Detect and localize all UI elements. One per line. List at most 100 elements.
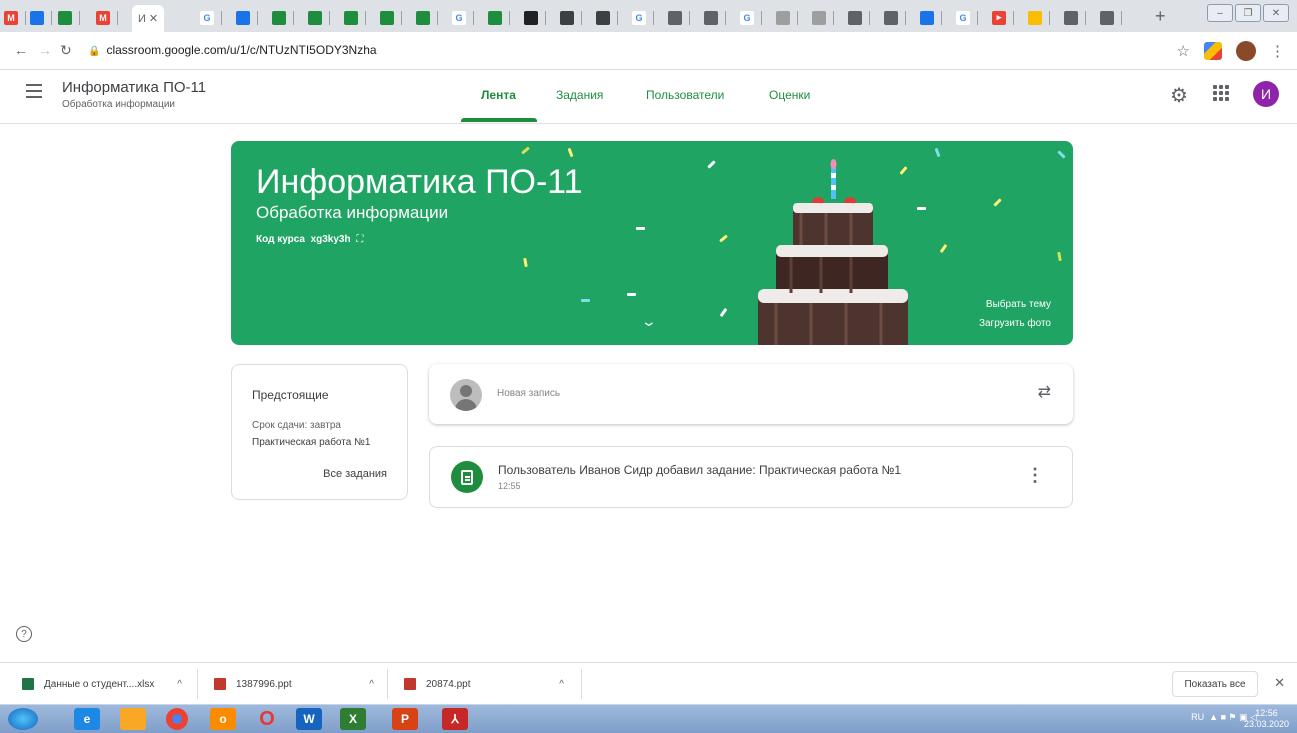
gear-icon[interactable]: ⚙ — [1170, 83, 1188, 108]
site-icon — [668, 10, 682, 25]
upload-photo-link[interactable]: Загрузить фото — [979, 318, 1051, 329]
chevron-down-icon[interactable]: ⌄ — [641, 313, 657, 330]
browser-tab[interactable] — [1064, 5, 1086, 30]
browser-tab[interactable] — [776, 5, 798, 30]
account-avatar[interactable]: И — [1253, 81, 1279, 107]
user-avatar-icon — [450, 379, 482, 411]
browser-tab[interactable] — [380, 5, 402, 30]
media-player-icon[interactable]: o — [210, 708, 236, 730]
chrome-icon[interactable] — [166, 708, 188, 730]
language-indicator[interactable]: RU — [1191, 712, 1204, 722]
reuse-post-icon[interactable]: ⇄ — [1038, 382, 1051, 402]
word-icon[interactable]: W — [296, 708, 322, 730]
more-options-icon[interactable]: ⋮ — [1026, 465, 1044, 486]
browser-tab[interactable]: G — [632, 5, 654, 30]
site-icon — [812, 10, 826, 25]
window-controls: – ❐ ✕ — [1207, 4, 1289, 22]
stream-item[interactable]: Пользователь Иванов Сидр добавил задание… — [429, 446, 1073, 508]
browser-tab[interactable]: G — [740, 5, 762, 30]
browser-tab[interactable] — [416, 5, 438, 30]
browser-tab[interactable]: M — [96, 5, 118, 30]
powerpoint-icon[interactable]: P — [392, 708, 418, 730]
course-title[interactable]: Информатика ПО-11 — [62, 79, 206, 96]
hamburger-menu-icon[interactable] — [26, 84, 42, 102]
start-button[interactable] — [8, 708, 38, 730]
browser-tab[interactable] — [308, 5, 330, 30]
browser-tab[interactable] — [668, 5, 690, 30]
file-explorer-icon[interactable] — [120, 708, 146, 730]
view-all-link[interactable]: Все задания — [323, 468, 387, 480]
select-theme-link[interactable]: Выбрать тему — [986, 299, 1051, 310]
pdf-reader-icon[interactable]: ⅄ — [442, 708, 468, 730]
show-all-downloads-button[interactable]: Показать все — [1172, 671, 1258, 697]
url-field[interactable]: 🔒 classroom.google.com/u/1/c/NTUzNTI5ODY3… — [88, 43, 377, 57]
chevron-up-icon[interactable]: ^ — [559, 679, 564, 690]
browser-tab[interactable] — [272, 5, 294, 30]
system-clock[interactable]: 12:56 23.03.2020 — [1244, 708, 1289, 730]
browser-tab[interactable] — [58, 5, 80, 30]
browser-tab[interactable] — [1100, 5, 1122, 30]
chevron-up-icon[interactable]: ^ — [177, 679, 182, 690]
browser-tab[interactable] — [596, 5, 618, 30]
tab-people[interactable]: Пользователи — [646, 88, 724, 102]
browser-tab[interactable] — [884, 5, 906, 30]
new-tab-button[interactable]: + — [1155, 6, 1166, 27]
browser-tab[interactable] — [30, 5, 52, 30]
browser-tab[interactable] — [344, 5, 366, 30]
banner-course-title: Информатика ПО-11 — [256, 163, 583, 201]
close-icon[interactable]: ✕ — [1274, 675, 1285, 691]
fullscreen-icon[interactable]: ⛶ — [356, 234, 363, 245]
close-tab-icon[interactable]: ✕ — [149, 12, 158, 25]
opera-icon[interactable]: O — [254, 708, 280, 730]
browser-tab[interactable] — [920, 5, 942, 30]
minimize-button[interactable]: – — [1207, 4, 1233, 22]
classroom-icon — [488, 10, 502, 25]
upcoming-task-link[interactable]: Практическая работа №1 — [252, 437, 370, 448]
browser-tab[interactable] — [848, 5, 870, 30]
course-code: Код курса xg3ky3h ⛶ — [256, 234, 363, 245]
tab-stream[interactable]: Лента — [481, 88, 516, 102]
browser-tab[interactable] — [1028, 5, 1050, 30]
chevron-up-icon[interactable]: ^ — [369, 679, 374, 690]
new-post-box[interactable]: Новая запись ⇄ — [429, 364, 1073, 424]
download-item[interactable]: 1387996.ppt ^ — [198, 663, 388, 705]
extension-icon[interactable] — [1204, 42, 1222, 60]
stream-item-time: 12:55 — [498, 481, 521, 491]
download-item[interactable]: 20874.ppt ^ — [388, 663, 582, 705]
browser-menu-icon[interactable]: ⋮ — [1270, 42, 1285, 60]
help-icon[interactable]: ? — [16, 626, 32, 642]
tab-classwork[interactable]: Задания — [556, 88, 603, 102]
site-icon — [920, 10, 934, 25]
browser-tab[interactable]: M — [4, 5, 26, 30]
reload-icon[interactable]: ↻ — [60, 42, 72, 59]
classroom-icon — [308, 10, 322, 25]
maximize-button[interactable]: ❐ — [1235, 4, 1261, 22]
browser-tab[interactable]: G — [956, 5, 978, 30]
close-window-button[interactable]: ✕ — [1263, 4, 1289, 22]
browser-tab-active[interactable]: И ✕ — [132, 5, 165, 32]
apps-grid-icon[interactable] — [1213, 85, 1229, 101]
browser-tab[interactable] — [524, 5, 546, 30]
internet-explorer-icon[interactable]: e — [74, 708, 100, 730]
browser-tab[interactable]: G — [452, 5, 474, 30]
browser-tab[interactable] — [812, 5, 834, 30]
browser-tab[interactable]: ▸ — [992, 5, 1014, 30]
browser-tab[interactable] — [704, 5, 726, 30]
browser-tab[interactable]: G — [200, 5, 222, 30]
excel-icon[interactable]: X — [340, 708, 366, 730]
download-item[interactable]: Данные о студент....xlsx ^ — [0, 663, 198, 705]
assignment-icon — [451, 461, 483, 493]
tab-grades[interactable]: Оценки — [769, 88, 810, 102]
google-icon: G — [200, 10, 214, 25]
browser-tab[interactable] — [236, 5, 258, 30]
banner-course-subtitle: Обработка информации — [256, 203, 449, 222]
back-icon[interactable]: ← — [14, 42, 28, 58]
site-icon — [776, 10, 790, 25]
bookmark-star-icon[interactable]: ☆ — [1177, 42, 1190, 60]
tab-title: И — [138, 12, 146, 25]
forward-icon[interactable]: → — [38, 42, 52, 58]
browser-tab[interactable] — [488, 5, 510, 30]
birthday-cake-illustration — [758, 159, 908, 345]
profile-avatar[interactable] — [1236, 41, 1256, 61]
browser-tab[interactable] — [560, 5, 582, 30]
